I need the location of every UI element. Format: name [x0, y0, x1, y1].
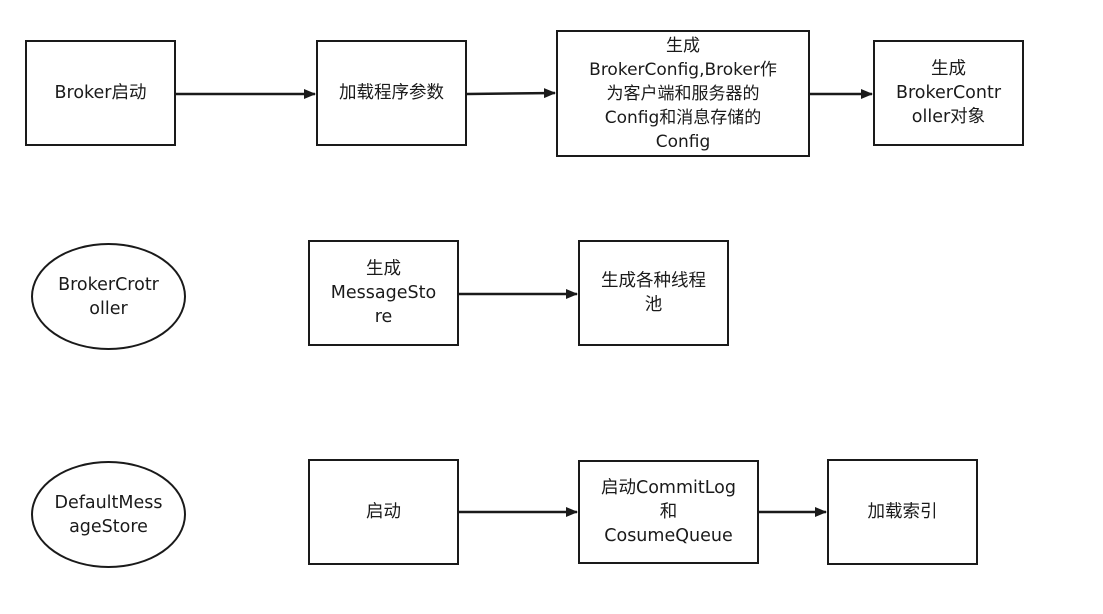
load-index-node: 加载索引 — [827, 459, 978, 565]
gen-message-store-node: 生成 MessageSto re — [308, 240, 459, 346]
gen-thread-pools-label: 生成各种线程 池 — [601, 271, 706, 315]
start-commitlog-label: 启动CommitLog 和 CosumeQueue — [600, 478, 736, 546]
gen-message-store-label: 生成 MessageSto re — [330, 259, 437, 327]
gen-thread-pools-node: 生成各种线程 池 — [578, 240, 729, 346]
broker-start-label: Broker启动 — [54, 83, 147, 103]
load-index-label: 加载索引 — [867, 502, 938, 522]
broker-controller-ellipse: BrokerCrotr oller — [31, 243, 186, 350]
arrow-load-to-config — [466, 88, 556, 99]
load-params-node: 加载程序参数 — [316, 40, 467, 146]
gen-controller-node: 生成 BrokerContr oller对象 — [873, 40, 1024, 146]
broker-start-node: Broker启动 — [25, 40, 176, 146]
start-node: 启动 — [308, 459, 459, 565]
broker-controller-label: BrokerCrotr oller — [58, 274, 159, 319]
default-message-store-label: DefaultMess ageStore — [54, 492, 163, 537]
default-message-store-ellipse: DefaultMess ageStore — [31, 461, 186, 568]
gen-controller-label: 生成 BrokerContr oller对象 — [895, 59, 1002, 127]
gen-config-node: 生成 BrokerConfig,Broker作 为客户端和服务器的 Config… — [556, 30, 810, 157]
start-label: 启动 — [366, 502, 401, 522]
gen-config-label: 生成 BrokerConfig,Broker作 为客户端和服务器的 Config… — [589, 35, 777, 152]
load-params-label: 加载程序参数 — [339, 83, 444, 103]
start-commitlog-node: 启动CommitLog 和 CosumeQueue — [578, 460, 759, 564]
